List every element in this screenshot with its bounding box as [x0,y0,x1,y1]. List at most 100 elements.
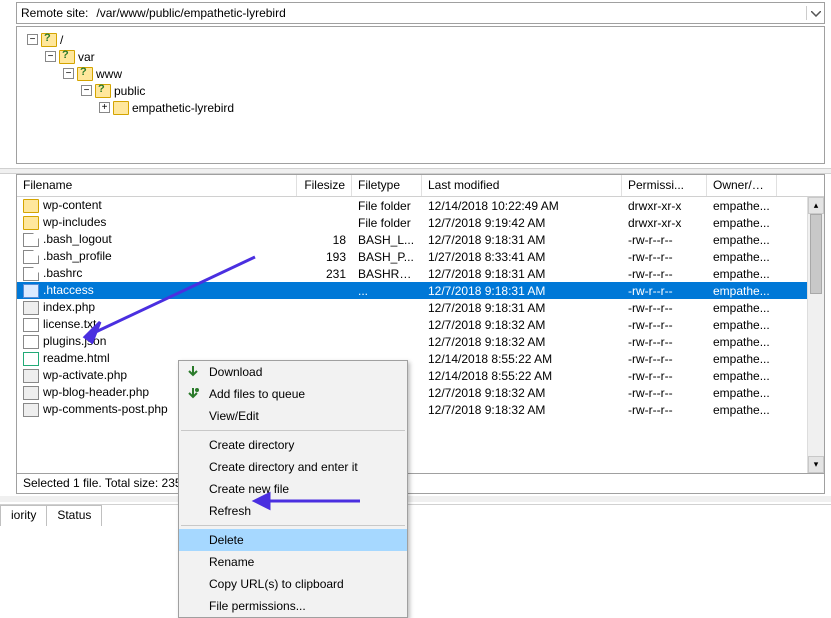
menu-item-create-new-file[interactable]: Create new file [179,478,407,500]
tree-label: var [78,50,95,64]
cell-permissions: -rw-r--r-- [622,233,707,247]
table-row[interactable]: license.txt12/7/2018 9:18:32 AM-rw-r--r-… [17,316,824,333]
tree-node[interactable]: + empathetic-lyrebird [21,99,820,116]
cell-owner: empathe... [707,352,777,366]
php-icon [23,403,39,417]
folder-icon [59,50,75,64]
menu-item-label: Refresh [209,504,251,518]
ht-icon [23,284,39,298]
menu-item-delete[interactable]: Delete [179,529,407,551]
file-rows[interactable]: wp-contentFile folder12/14/2018 10:22:49… [17,197,824,473]
col-filetype[interactable]: Filetype [352,175,422,196]
menu-item-create-directory-and-enter-it[interactable]: Create directory and enter it [179,456,407,478]
tree-node[interactable]: −public [21,82,820,99]
tree-label: empathetic-lyrebird [132,101,234,115]
table-row[interactable]: wp-blog-header.php12/7/2018 9:18:32 AM-r… [17,384,824,401]
tab-priority[interactable]: iority [0,505,47,526]
menu-item-label: Create directory [209,438,294,452]
cell-owner: empathe... [707,403,777,417]
menu-item-add-files-to-queue[interactable]: Add files to queue [179,383,407,405]
selection-status: Selected 1 file. Total size: 235 [16,474,825,494]
menu-item-label: Copy URL(s) to clipboard [209,577,344,591]
menu-item-label: Delete [209,533,244,547]
col-permissions[interactable]: Permissi... [622,175,707,196]
json-icon [23,335,39,349]
table-row[interactable]: wp-comments-post.php12/7/2018 9:18:32 AM… [17,401,824,418]
vertical-scrollbar[interactable]: ▴ ▾ [807,197,824,473]
txt-icon [23,318,39,332]
tree-node[interactable]: − var [21,48,820,65]
menu-item-view-edit[interactable]: View/Edit [179,405,407,427]
remote-path-input[interactable] [92,3,806,23]
cell-owner: empathe... [707,335,777,349]
col-filesize[interactable]: Filesize [297,175,352,196]
folder-icon [41,33,57,47]
cell-modified: 12/7/2018 9:18:31 AM [422,301,622,315]
tree-node[interactable]: −/ [21,31,820,48]
menu-item-label: Create new file [209,482,289,496]
table-row[interactable]: .bash_profile193BASH_P...1/27/2018 8:33:… [17,248,824,265]
menu-item-file-permissions[interactable]: File permissions... [179,595,407,617]
cell-filename: wp-includes [17,215,297,230]
remote-tree-pane[interactable]: −/−var−www−public+empathetic-lyrebird [16,26,825,164]
cell-permissions: -rw-r--r-- [622,386,707,400]
tree-expander[interactable]: − [45,51,56,62]
tree-expander[interactable]: − [81,85,92,96]
php-icon [23,301,39,315]
cell-filetype: ... [352,284,422,298]
folder-icon [23,199,39,213]
cell-filename: .htaccess [17,283,297,298]
cell-owner: empathe... [707,369,777,383]
tree-expander[interactable]: + [99,102,110,113]
col-filename[interactable]: Filename [17,175,297,196]
bottom-tabs: iority Status [0,504,831,526]
cell-permissions: -rw-r--r-- [622,369,707,383]
file-icon [23,267,39,281]
table-row[interactable]: .bash_logout18BASH_L...12/7/2018 9:18:31… [17,231,824,248]
cell-owner: empathe... [707,267,777,281]
col-owner[interactable]: Owner/G... [707,175,777,196]
scroll-down-button[interactable]: ▾ [808,456,824,473]
col-modified[interactable]: Last modified [422,175,622,196]
html-icon [23,352,39,366]
menu-item-rename[interactable]: Rename [179,551,407,573]
menu-item-copy-url-s-to-clipboard[interactable]: Copy URL(s) to clipboard [179,573,407,595]
menu-item-create-directory[interactable]: Create directory [179,434,407,456]
folder-icon [95,84,111,98]
cell-filename: index.php [17,300,297,315]
cell-modified: 12/7/2018 9:19:42 AM [422,216,622,230]
scroll-up-button[interactable]: ▴ [808,197,824,214]
cell-modified: 12/14/2018 8:55:22 AM [422,369,622,383]
table-row[interactable]: plugins.json12/7/2018 9:18:32 AM-rw-r--r… [17,333,824,350]
table-row[interactable]: .htaccess...12/7/2018 9:18:31 AM-rw-r--r… [17,282,824,299]
tree-expander[interactable]: − [63,68,74,79]
menu-item-refresh[interactable]: Refresh [179,500,407,522]
table-row[interactable]: wp-contentFile folder12/14/2018 10:22:49… [17,197,824,214]
cell-filename: .bash_logout [17,232,297,247]
table-row[interactable]: wp-includesFile folder12/7/2018 9:19:42 … [17,214,824,231]
scroll-thumb[interactable] [810,214,822,294]
tree-node[interactable]: −www [21,65,820,82]
cell-owner: empathe... [707,284,777,298]
table-row[interactable]: index.php12/7/2018 9:18:31 AM-rw-r--r--e… [17,299,824,316]
cell-permissions: -rw-r--r-- [622,318,707,332]
cell-filename: plugins.json [17,334,297,349]
table-row[interactable]: .bashrc231BASHRC...12/7/2018 9:18:31 AM-… [17,265,824,282]
tree-expander[interactable]: − [27,34,38,45]
php-icon [23,369,39,383]
folder-icon [23,216,39,230]
cell-permissions: -rw-r--r-- [622,301,707,315]
tree-label: / [60,33,63,47]
column-headers[interactable]: Filename Filesize Filetype Last modified… [17,175,824,197]
table-row[interactable]: readme.html12/14/2018 8:55:22 AM-rw-r--r… [17,350,824,367]
menu-item-download[interactable]: Download [179,361,407,383]
file-icon [23,233,39,247]
cell-permissions: -rw-r--r-- [622,267,707,281]
lower-divider[interactable] [0,496,831,502]
tab-status[interactable]: Status [46,505,102,526]
cell-filename: wp-content [17,198,297,213]
remote-path-dropdown[interactable] [806,6,824,20]
table-row[interactable]: wp-activate.php12/14/2018 8:55:22 AM-rw-… [17,367,824,384]
cell-permissions: -rw-r--r-- [622,250,707,264]
menu-separator [181,430,405,431]
